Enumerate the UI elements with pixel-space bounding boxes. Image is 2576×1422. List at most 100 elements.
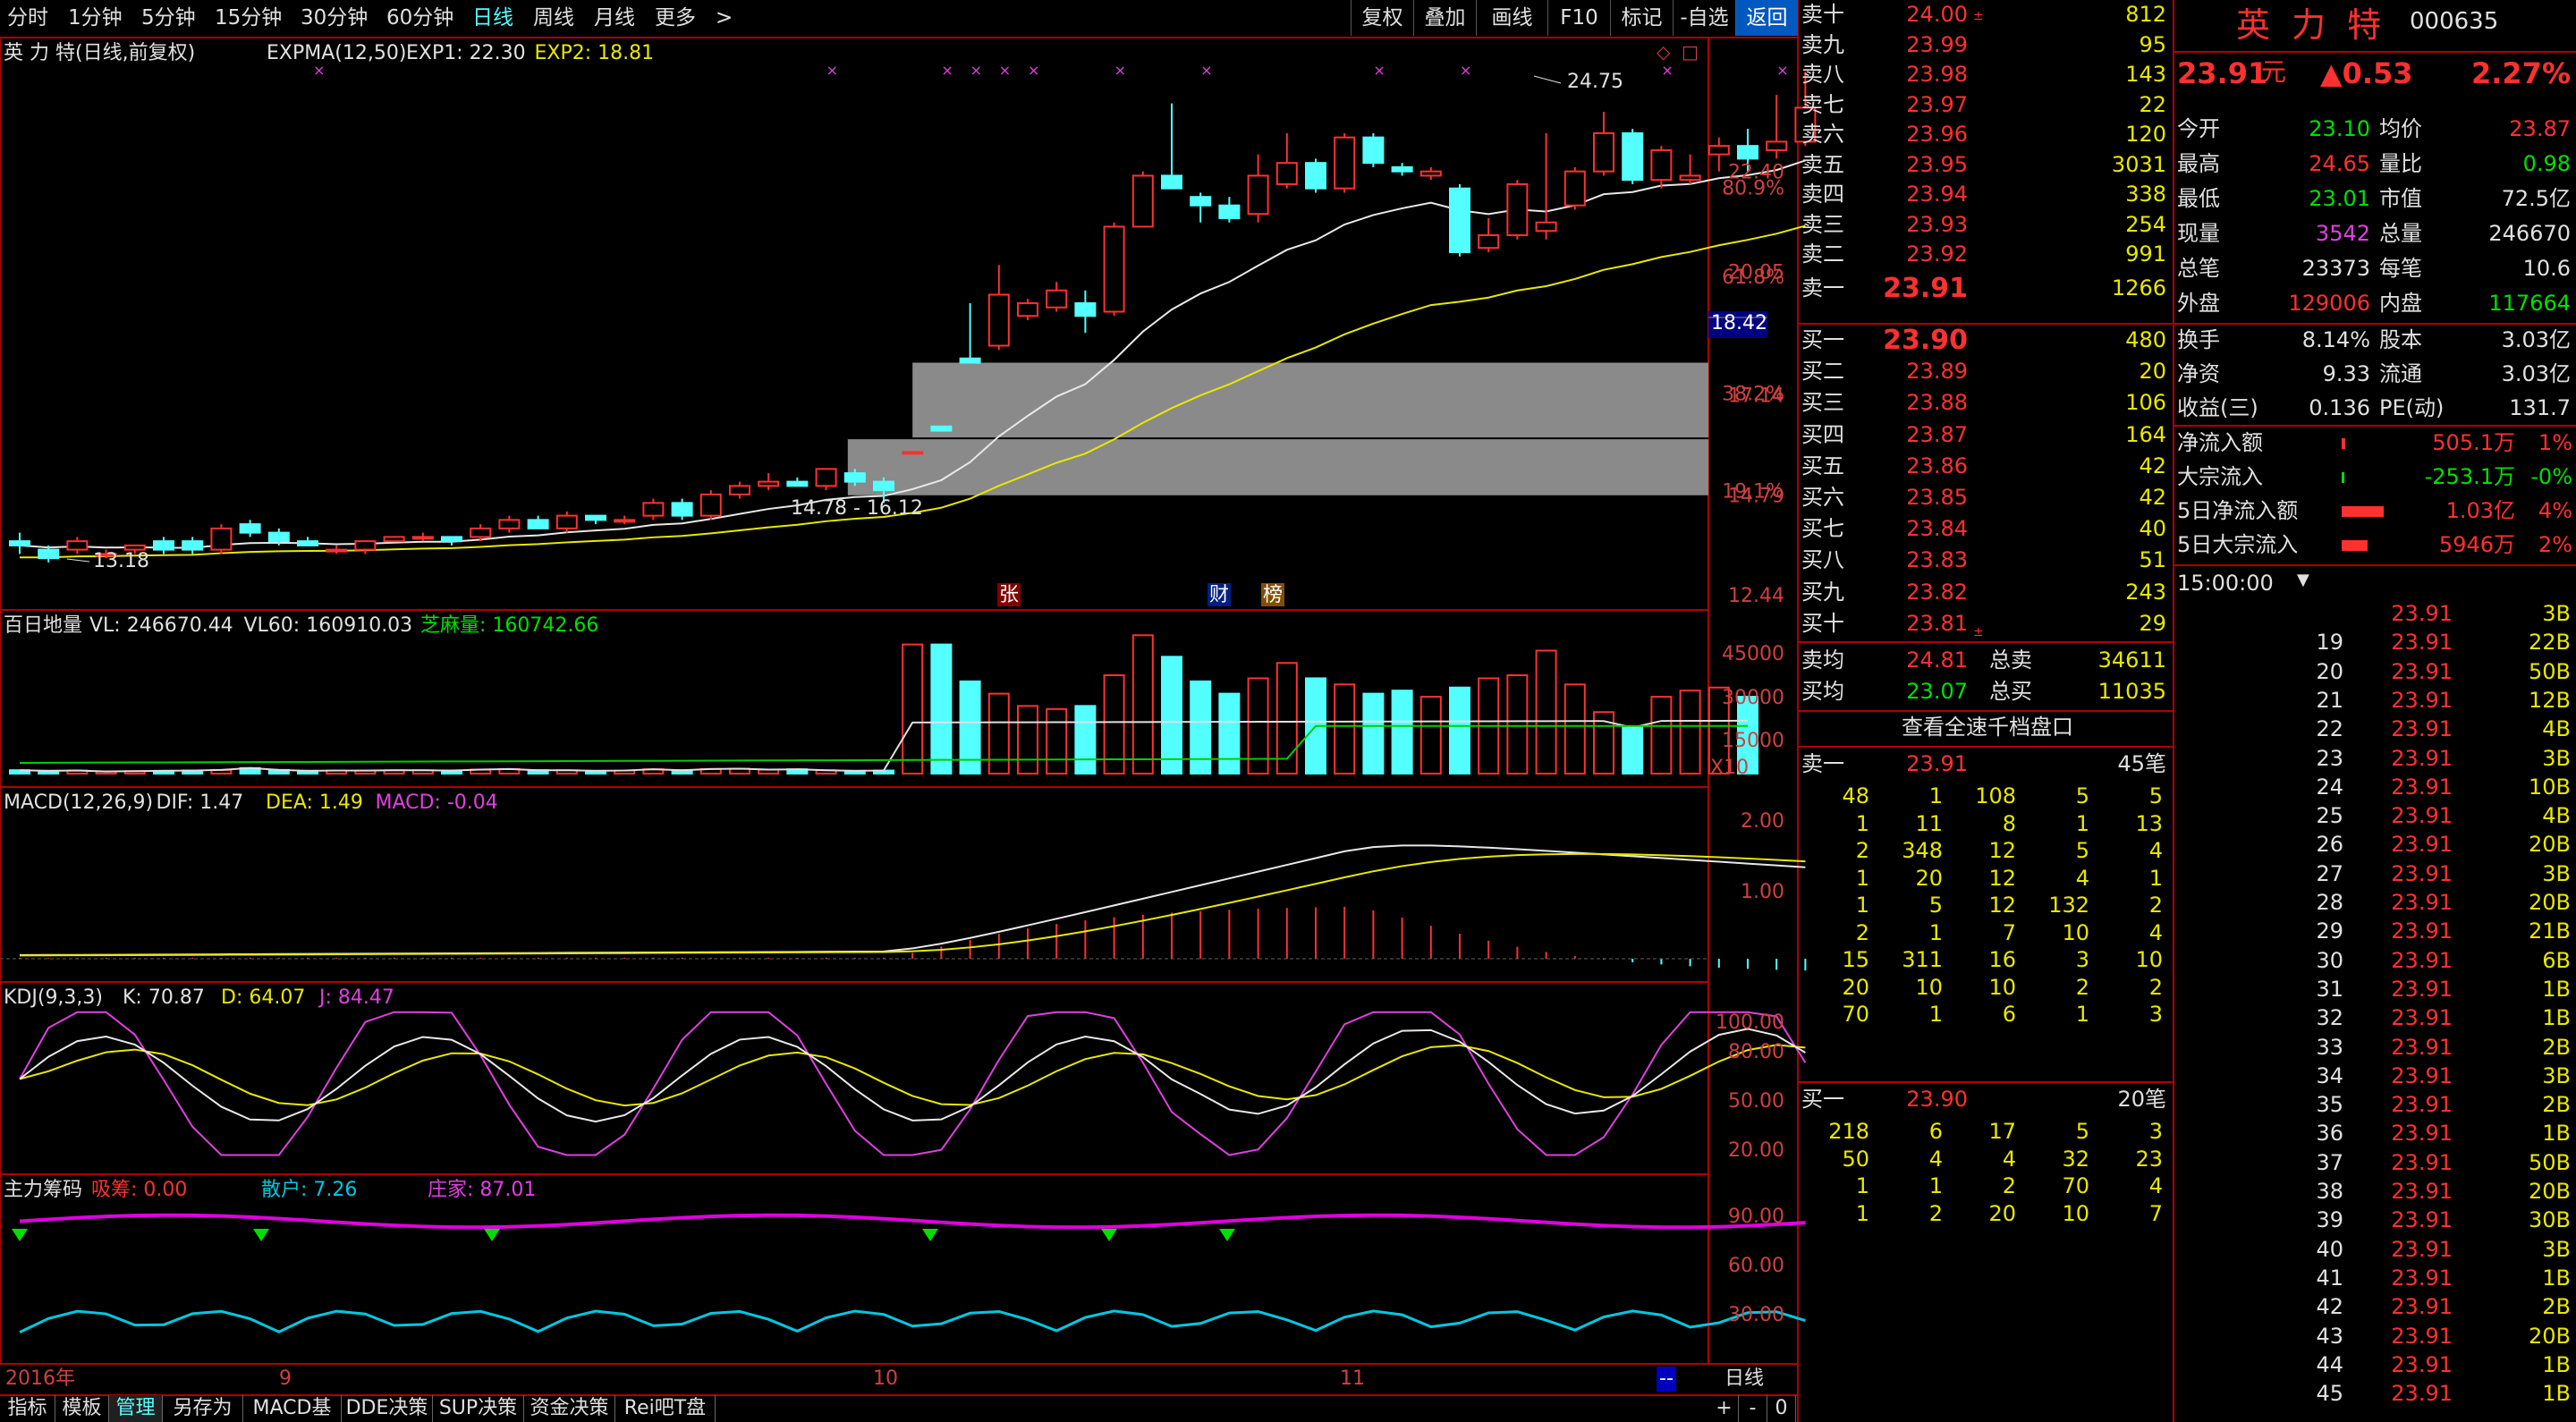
sell-level-price: 24.00	[1906, 2, 1968, 27]
toolbar-button-4[interactable]: 标记	[1610, 0, 1673, 36]
candle-up	[1679, 174, 1701, 182]
candle-up	[815, 468, 837, 487]
sell1-queue-cell: 10	[1988, 974, 2016, 1000]
buy-level-price: 23.84	[1906, 516, 1968, 542]
candle-down	[527, 519, 549, 529]
chips-pane-title: 吸筹: 0.00	[91, 1179, 188, 1201]
period-tab-1分钟[interactable]: 1分钟	[68, 0, 123, 36]
more-arrow[interactable]: >	[716, 0, 733, 36]
pane-toggle-icon[interactable]: ◇	[1657, 39, 1670, 64]
signal-mark: ×	[1114, 62, 1126, 79]
period-tab-5分钟[interactable]: 5分钟	[141, 0, 196, 36]
bottom-tab-7[interactable]: 资金决策	[524, 1395, 615, 1422]
avg-label: 买均	[1801, 679, 1844, 704]
toolbar-button-6[interactable]: 返回	[1735, 0, 1798, 36]
buy-level-price: 23.86	[1906, 453, 1968, 478]
volume-pane-title: 芝麻量: 160742.66	[420, 614, 599, 637]
bottom-tab-8[interactable]: Rei吧T盘	[615, 1395, 716, 1422]
last-price: 23.91	[2177, 56, 2268, 90]
info-label: 现量	[2177, 221, 2220, 246]
sell1-queue-cell: 20	[1915, 865, 1943, 891]
candle-down	[1622, 131, 1644, 182]
period-tab-日线[interactable]: 日线	[472, 0, 513, 36]
period-tab-分时[interactable]: 分时	[7, 0, 48, 36]
total-label: 总买	[1989, 679, 2032, 704]
signal-mark: ×	[1028, 62, 1039, 79]
view-all-depth-button[interactable]: 查看全速千档盘口	[1801, 713, 2174, 742]
scroll-button-0[interactable]: +	[1710, 1395, 1739, 1422]
tick-volume: 20B	[2528, 1323, 2571, 1349]
bottom-tab-5[interactable]: DDE决策	[342, 1395, 433, 1422]
volume-bar	[1275, 662, 1298, 774]
period-tab-月线[interactable]: 月线	[594, 0, 635, 36]
buy-level-label: 买七	[1801, 516, 1844, 542]
toolbar-button-1[interactable]: 叠加	[1413, 0, 1476, 36]
tick-price: 23.91	[2391, 947, 2453, 973]
sell1-queue-cell: 1	[1855, 810, 1869, 836]
tick-price: 23.91	[2391, 774, 2453, 800]
tick-price: 23.91	[2391, 1265, 2453, 1291]
chips-pane-title: 散户: 7.26	[261, 1179, 358, 1201]
volume-bar	[1679, 690, 1701, 774]
period-tab-周线[interactable]: 周线	[533, 0, 574, 36]
tick-price: 23.91	[2391, 918, 2453, 944]
sell-level-label: 卖十	[1801, 2, 1844, 27]
kdj-j-line	[19, 1011, 1807, 1156]
sell1-queue-label: 卖一	[1801, 751, 1844, 776]
candle-down	[153, 540, 174, 551]
pane-max-icon[interactable]: □	[1682, 39, 1699, 64]
buy1-queue-cell: 10	[2062, 1200, 2089, 1226]
candle-down	[182, 540, 204, 551]
buy1-queue-cell: 1	[1928, 1173, 1943, 1198]
toolbar-button-2[interactable]: 画线	[1476, 0, 1547, 36]
buy1-queue-cell: 2	[2002, 1173, 2016, 1198]
tick-volume: 20B	[2528, 1179, 2571, 1204]
volume-bar	[902, 643, 924, 774]
candle-up	[1017, 301, 1038, 317]
flow-label: 大宗流入	[2177, 464, 2263, 489]
toolbar-button-0[interactable]: 复权	[1351, 0, 1413, 36]
bottom-tab-0[interactable]: 指标	[0, 1395, 55, 1422]
toolbar-button-3[interactable]: F10	[1547, 0, 1610, 36]
volume-bar	[1419, 696, 1442, 774]
toolbar-button-5[interactable]: -自选	[1673, 0, 1735, 36]
tick-volume: 3B	[2542, 745, 2571, 771]
sell1-queue-cell: 5	[2075, 783, 2089, 808]
main-pane-title: EXPMA(12,50)	[267, 42, 407, 64]
buy1-queue-cell: 17	[1988, 1119, 2016, 1144]
flow-pct: 4%	[2538, 498, 2572, 523]
bottom-tab-6[interactable]: SUP决策	[433, 1395, 524, 1422]
period-tab-30分钟[interactable]: 30分钟	[301, 0, 368, 36]
info-value: 3.03亿	[2501, 361, 2571, 386]
bottom-tab-3[interactable]: 另存为	[163, 1395, 243, 1422]
info-value: 23373	[2301, 256, 2370, 281]
candle-up	[411, 536, 434, 540]
sell1-queue-count: 45笔	[2117, 751, 2166, 776]
flow-label: 5日净流入额	[2177, 498, 2299, 523]
period-tab-更多[interactable]: 更多	[655, 0, 696, 36]
kdj-axis-label: 100.00	[1716, 1011, 1784, 1034]
macd-pane-title: DIF: 1.47	[156, 791, 244, 814]
bottom-tab-4[interactable]: MACD基本	[243, 1395, 342, 1422]
sell-level-label: 卖六	[1801, 122, 1844, 147]
period-tab-15分钟[interactable]: 15分钟	[215, 0, 282, 36]
sell1-queue-cell: 1	[1928, 919, 1943, 945]
chips-pane-title: 庄家: 87.01	[428, 1179, 537, 1201]
scroll-button-2[interactable]: 0	[1767, 1395, 1796, 1422]
scroll-button-1[interactable]: -	[1739, 1395, 1767, 1422]
signal-mark: ×	[941, 62, 953, 79]
macd-pane-title: MACD: -0.04	[375, 791, 498, 814]
sell1-queue-cell: 11	[1915, 810, 1943, 836]
info-value: 0.136	[2309, 395, 2370, 420]
bottom-tab-2[interactable]: 管理	[109, 1395, 163, 1422]
total-volume: 11035	[2097, 679, 2166, 704]
bottom-tab-1[interactable]: 模板	[55, 1395, 109, 1422]
scrollbar-thumb[interactable]: --	[1657, 1367, 1676, 1392]
tick-price: 23.91	[2391, 1207, 2453, 1233]
flow-value: 5946万	[2438, 532, 2515, 557]
tick-volume: 21B	[2528, 918, 2571, 944]
sell1-queue-cell: 1	[1928, 1002, 1943, 1027]
period-tab-60分钟[interactable]: 60分钟	[386, 0, 453, 36]
tick-filter-icon[interactable]: ▼	[2297, 565, 2309, 595]
period-badge: 日线	[1724, 1367, 1765, 1390]
